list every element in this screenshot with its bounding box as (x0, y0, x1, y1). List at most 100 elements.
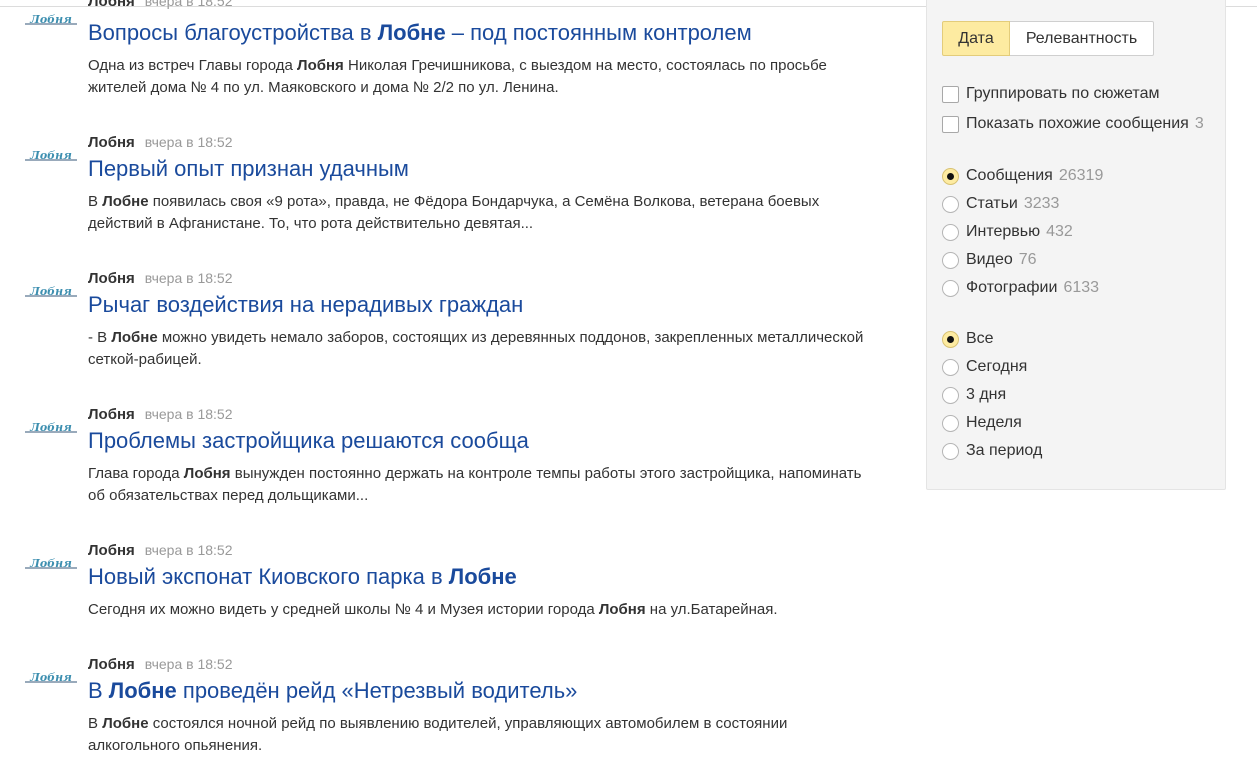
highlight-term: Лобне (102, 193, 149, 210)
radio-label: 3 дня (966, 386, 1007, 403)
result-title[interactable]: Проблемы застройщика решаются сообща (88, 428, 529, 454)
svg-text:Лобня: Лобня (29, 557, 72, 570)
period-radio-3-days[interactable]: 3 дня (942, 384, 1006, 406)
text-segment: Глава города (88, 465, 184, 482)
radio-icon[interactable] (942, 414, 959, 432)
result-source[interactable]: Лобня (88, 134, 135, 151)
result-source[interactable]: Лобня (88, 270, 135, 287)
radio-icon[interactable] (942, 195, 959, 213)
checkbox-label: Показать похожие сообщения (966, 115, 1189, 132)
text-segment: Сегодня их можно видеть у средней школы … (88, 601, 599, 618)
radio-icon[interactable] (942, 251, 959, 269)
text-segment: состоялся ночной рейд по выявлению водит… (88, 715, 788, 754)
type-radio-photos[interactable]: Фотографии 6133 (942, 277, 1099, 299)
type-count: 432 (1046, 223, 1073, 240)
radio-label: Статьи (966, 195, 1018, 212)
radio-label: За период (966, 442, 1043, 459)
highlight-term: Лобне (108, 678, 177, 703)
group-by-story-checkbox[interactable]: Группировать по сюжетам (942, 83, 1159, 105)
result-source[interactable]: Лобня (88, 0, 135, 10)
lobnya-logo-icon[interactable]: Лобня (25, 12, 77, 28)
result-source[interactable]: Лобня (88, 656, 135, 673)
result-title[interactable]: В Лобне проведён рейд «Нетрезвый водител… (88, 678, 577, 704)
radio-icon[interactable] (942, 386, 959, 404)
text-segment: - В (88, 329, 112, 346)
text-segment: Вопросы благоустройства в (88, 20, 378, 45)
period-radio-all[interactable]: Все (942, 328, 994, 350)
text-segment: Рычаг воздействия на нерадивых граждан (88, 292, 524, 317)
sort-by-date-button[interactable]: Дата (942, 21, 1010, 56)
type-count: 26319 (1058, 167, 1104, 184)
checkbox-icon[interactable] (942, 115, 959, 133)
lobnya-logo-icon[interactable]: Лобня (25, 420, 77, 436)
result-title[interactable]: Рычаг воздействия на нерадивых граждан (88, 292, 523, 318)
radio-label: Сегодня (966, 358, 1028, 375)
result-source[interactable]: Лобня (88, 542, 135, 559)
result-meta: Лобня вчера в 18:52 (88, 405, 232, 424)
radio-label: Фотографии (966, 279, 1058, 296)
result-snippet: Одна из встреч Главы города Лобня Никола… (88, 55, 868, 99)
text-segment: Одна из встреч Главы города (88, 57, 298, 74)
text-segment: Первый опыт признан удачным (88, 156, 409, 181)
highlight-term: Лобне (102, 715, 149, 732)
lobnya-logo-icon[interactable]: Лобня (25, 556, 77, 572)
highlight-term: Лобне (448, 564, 517, 589)
result-title[interactable]: Новый экспонат Киовского парка в Лобне (88, 564, 517, 590)
result-time: вчера в 18:52 (144, 656, 233, 672)
result-meta: Лобня вчера в 18:52 (88, 541, 232, 560)
result-time: вчера в 18:52 (144, 134, 233, 150)
text-segment: Новый экспонат Киовского парка в (88, 564, 449, 589)
type-radio-articles[interactable]: Статьи 3233 (942, 193, 1059, 215)
type-radio-interviews[interactable]: Интервью 432 (942, 221, 1073, 243)
result-time: вчера в 18:52 (144, 270, 233, 286)
filter-panel: Дата Релевантность Группировать по сюжет… (926, 0, 1226, 490)
radio-icon[interactable] (942, 358, 959, 376)
result-snippet: В Лобне появилась своя «9 рота», правда,… (88, 191, 868, 235)
lobnya-logo-icon[interactable]: Лобня (25, 148, 77, 164)
svg-text:Лобня: Лобня (29, 13, 72, 26)
type-count: 6133 (1063, 279, 1100, 296)
radio-icon[interactable] (942, 330, 959, 348)
svg-text:Лобня: Лобня (29, 285, 72, 298)
similar-count: 3 (1194, 115, 1204, 132)
type-radio-video[interactable]: Видео 76 (942, 249, 1037, 271)
text-segment: В (88, 678, 109, 703)
lobnya-logo-icon[interactable]: Лобня (25, 670, 77, 686)
result-time: вчера в 18:52 (144, 406, 233, 422)
radio-icon[interactable] (942, 442, 959, 460)
radio-icon[interactable] (942, 279, 959, 297)
result-snippet: В Лобне состоялся ночной рейд по выявлен… (88, 713, 868, 757)
radio-icon[interactable] (942, 167, 959, 185)
text-segment: В (88, 715, 103, 732)
text-segment: можно увидеть немало заборов, состоящих … (88, 329, 864, 368)
svg-text:Лобня: Лобня (29, 421, 72, 434)
period-radio-range[interactable]: За период (942, 440, 1042, 462)
radio-label: Видео (966, 251, 1013, 268)
radio-label: Все (966, 330, 994, 347)
checkbox-icon[interactable] (942, 85, 959, 103)
period-radio-today[interactable]: Сегодня (942, 356, 1027, 378)
period-radio-week[interactable]: Неделя (942, 412, 1022, 434)
svg-text:Лобня: Лобня (29, 671, 72, 684)
checkbox-label: Группировать по сюжетам (966, 85, 1160, 102)
sort-by-relevance-button[interactable]: Релевантность (1010, 21, 1154, 56)
highlight-term: Лобня (598, 601, 646, 618)
result-title[interactable]: Вопросы благоустройства в Лобне – под по… (88, 20, 752, 46)
radio-label: Неделя (966, 414, 1022, 431)
result-meta: Лобня вчера в 18:52 (88, 133, 232, 152)
result-snippet: - В Лобне можно увидеть немало заборов, … (88, 327, 868, 371)
highlight-term: Лобне (377, 20, 446, 45)
type-count: 76 (1018, 251, 1037, 268)
radio-label: Интервью (966, 223, 1041, 240)
result-time: вчера в 18:52 (144, 542, 233, 558)
radio-icon[interactable] (942, 223, 959, 241)
result-title[interactable]: Первый опыт признан удачным (88, 156, 409, 182)
show-similar-checkbox[interactable]: Показать похожие сообщения 3 (942, 113, 1204, 135)
result-meta: Лобня вчера в 18:52 (88, 269, 232, 288)
type-radio-messages[interactable]: Сообщения 26319 (942, 165, 1103, 187)
text-segment: В (88, 193, 103, 210)
lobnya-logo-icon[interactable]: Лобня (25, 284, 77, 300)
sort-toggle: Дата Релевантность (942, 21, 1154, 56)
result-source[interactable]: Лобня (88, 406, 135, 423)
highlight-term: Лобня (297, 57, 344, 74)
